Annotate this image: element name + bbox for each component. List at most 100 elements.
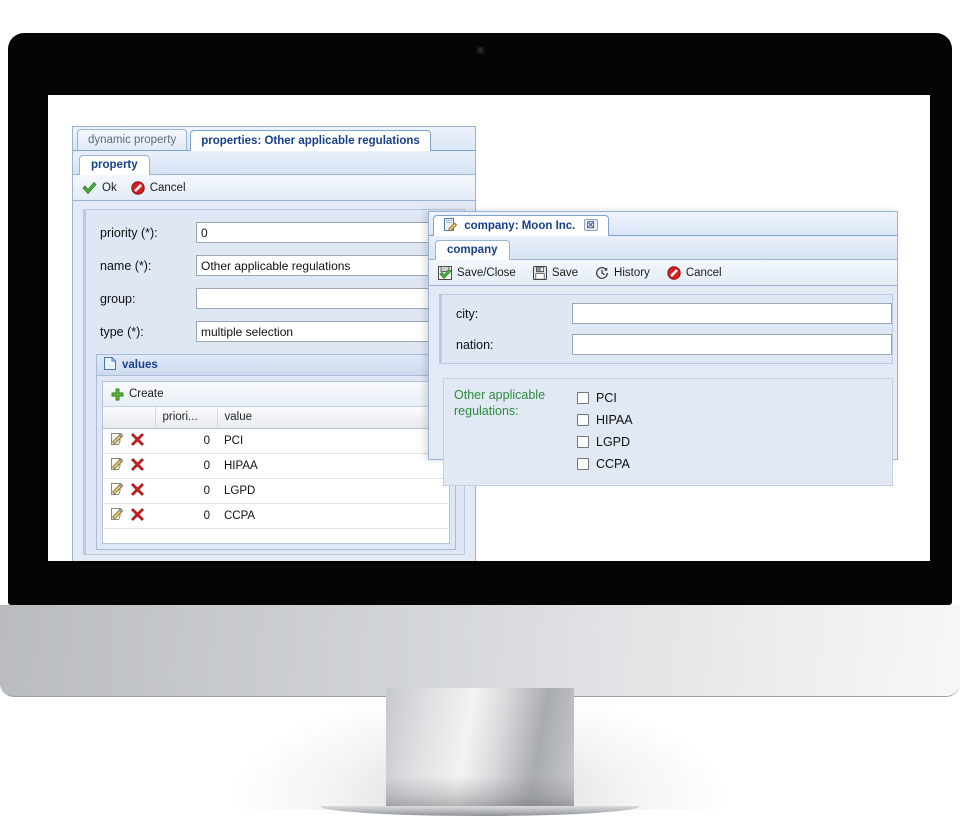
edit-icon[interactable]	[110, 457, 124, 474]
delete-icon[interactable]	[131, 482, 144, 499]
group-label: group:	[100, 291, 136, 306]
company-toolbar: Save/Close Save History Cancel	[428, 260, 898, 286]
col-actions[interactable]	[103, 407, 156, 429]
row-priority: 0	[155, 503, 217, 529]
delete-icon[interactable]	[131, 457, 144, 474]
form-row-priority: priority (*):	[88, 216, 456, 249]
row-actions	[103, 428, 155, 454]
checkbox-label-lgpd: LGPD	[596, 435, 631, 449]
name-input[interactable]	[196, 255, 456, 276]
property-window: dynamic property properties: Other appli…	[72, 126, 476, 561]
monitor-chin	[0, 605, 960, 697]
company-cancel-button[interactable]: Cancel	[667, 265, 722, 280]
values-panel-title: values	[122, 359, 158, 371]
subtab-property[interactable]: property	[79, 155, 150, 175]
create-button[interactable]: Create	[111, 388, 164, 401]
row-value: PCI	[217, 428, 449, 454]
ok-button[interactable]: Ok	[82, 181, 117, 195]
company-cancel-label: Cancel	[685, 266, 722, 279]
group-input[interactable]	[196, 288, 456, 309]
nation-label: nation:	[456, 337, 494, 352]
subtab-property-label: property	[91, 159, 138, 171]
company-subtabstrip: company	[428, 236, 898, 260]
page-icon	[104, 357, 116, 373]
cancel-button-label: Cancel	[149, 181, 186, 194]
tab-dynamic-property-label: dynamic property	[88, 134, 177, 146]
save-close-label: Save/Close	[457, 266, 516, 279]
cancel-icon	[667, 265, 681, 280]
city-label: city:	[456, 306, 479, 321]
nation-input[interactable]	[572, 334, 892, 355]
values-table-header-row: priori... value	[103, 407, 449, 429]
values-grid-toolbar: Create	[103, 382, 449, 407]
property-toolbar: Ok Cancel	[72, 175, 476, 201]
create-button-label: Create	[129, 388, 164, 400]
company-form-box: city: nation:	[439, 294, 893, 364]
values-grid: Create priori... value 0 PCI 0 HIPAA 0 L…	[102, 381, 450, 544]
tab-properties-label: properties: Other applicable regulations	[201, 135, 420, 147]
row-priority: 0	[155, 478, 217, 504]
save-close-button[interactable]: Save/Close	[438, 265, 516, 280]
checkbox-row-hipaa[interactable]: HIPAA	[577, 409, 633, 431]
monitor-stand-foot	[320, 806, 640, 816]
cancel-button[interactable]: Cancel	[131, 180, 186, 195]
save-button[interactable]: Save	[532, 265, 579, 280]
tab-dynamic-property[interactable]: dynamic property	[77, 129, 188, 150]
checkbox-icon[interactable]	[577, 458, 589, 470]
tab-company-label: company: Moon Inc.	[464, 220, 576, 232]
save-label: Save	[551, 266, 579, 279]
checkbox-icon[interactable]	[577, 436, 589, 448]
edit-icon[interactable]	[110, 432, 124, 449]
history-button[interactable]: History	[595, 266, 650, 280]
table-row[interactable]: 0 HIPAA	[103, 453, 449, 479]
edit-icon[interactable]	[110, 482, 124, 499]
table-row[interactable]: 0 PCI	[103, 428, 449, 454]
row-priority: 0	[155, 453, 217, 479]
checkbox-label-ccpa: CCPA	[596, 457, 630, 471]
form-row-group: group:	[88, 282, 456, 315]
checkbox-icon[interactable]	[577, 414, 589, 426]
delete-icon[interactable]	[131, 432, 144, 449]
tab-company-moon-inc[interactable]: company: Moon Inc. ☒	[433, 215, 609, 236]
checkbox-icon[interactable]	[577, 392, 589, 404]
priority-label: priority (*):	[100, 225, 158, 240]
checkbox-label-pci: PCI	[596, 391, 617, 405]
delete-icon[interactable]	[131, 507, 144, 524]
tab-properties[interactable]: properties: Other applicable regulations	[190, 130, 431, 151]
col-value[interactable]: value	[217, 407, 449, 429]
plus-icon	[111, 388, 124, 401]
city-input[interactable]	[572, 303, 892, 324]
row-value: HIPAA	[217, 453, 449, 479]
webcam-icon	[476, 47, 484, 54]
table-row[interactable]: 0 CCPA	[103, 503, 449, 529]
checkbox-row-ccpa[interactable]: CCPA	[577, 453, 633, 475]
values-table: priori... value 0 PCI 0 HIPAA 0 LGPD 0 C…	[103, 407, 449, 529]
values-panel: values Create priori... value 0 PCI 0 HI…	[96, 354, 456, 550]
monitor-bezel: dynamic property properties: Other appli…	[8, 33, 952, 605]
close-icon[interactable]: ☒	[583, 219, 598, 231]
row-actions	[103, 503, 155, 529]
type-input[interactable]	[196, 321, 456, 342]
checkbox-row-pci[interactable]: PCI	[577, 387, 633, 409]
regulations-label: Other applicable regulations:	[454, 388, 546, 418]
desktop-screenshot: dynamic property properties: Other appli…	[0, 0, 960, 840]
edit-icon[interactable]	[110, 507, 124, 524]
col-priority[interactable]: priori...	[155, 407, 218, 429]
property-subtabstrip: property	[72, 151, 476, 175]
form-row-type: type (*):	[88, 315, 456, 348]
form-row-city: city:	[444, 298, 892, 329]
subtab-company[interactable]: company	[435, 240, 510, 260]
form-row-nation: nation:	[444, 329, 892, 360]
table-row[interactable]: 0 LGPD	[103, 478, 449, 504]
row-actions	[103, 478, 155, 504]
regulations-group: Other applicable regulations: PCI HIPAA	[443, 378, 893, 486]
priority-input[interactable]	[196, 222, 456, 243]
checkbox-row-lgpd[interactable]: LGPD	[577, 431, 633, 453]
screen: dynamic property properties: Other appli…	[48, 95, 930, 561]
type-label: type (*):	[100, 324, 144, 339]
regulations-options: PCI HIPAA LGPD CCPA	[577, 387, 633, 475]
company-window: company: Moon Inc. ☒ company Save/Close …	[428, 211, 898, 486]
checkbox-label-hipaa: HIPAA	[596, 413, 633, 427]
property-form-box: priority (*): name (*): group: type	[83, 209, 465, 555]
form-row-name: name (*):	[88, 249, 456, 282]
